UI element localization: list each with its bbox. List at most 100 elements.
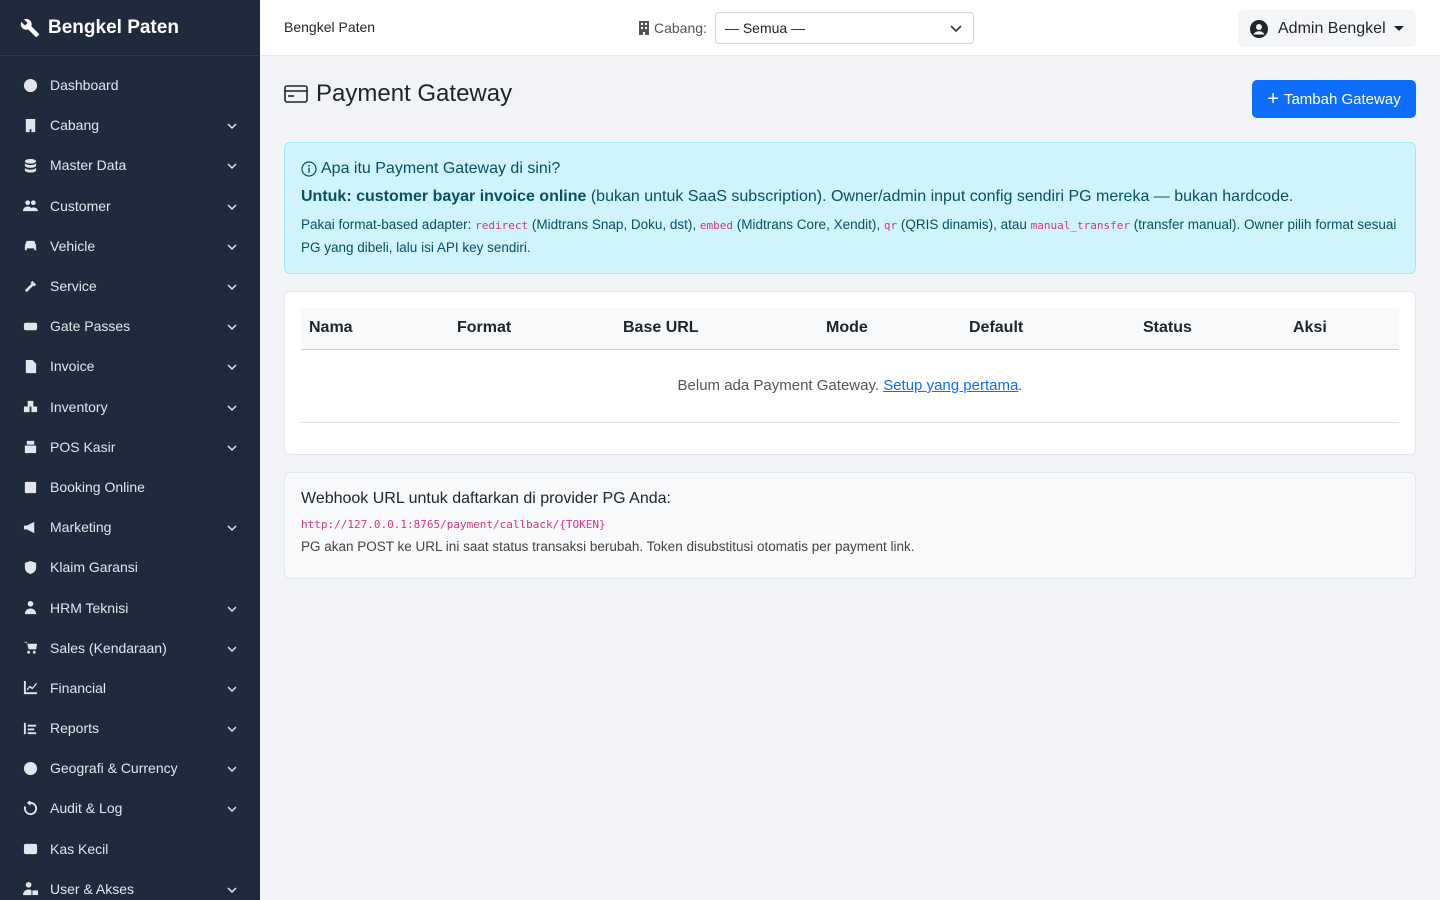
webhook-url: http://127.0.0.1:8765/payment/callback/{… bbox=[301, 518, 606, 531]
user-menu-button[interactable]: Admin Bengkel bbox=[1238, 10, 1416, 47]
cash-register-icon bbox=[22, 439, 38, 455]
building-icon bbox=[639, 21, 649, 35]
col-base-url: Base URL bbox=[615, 308, 818, 350]
sidebar-item-label: Dashboard bbox=[50, 77, 119, 94]
sidebar-item-invoice[interactable]: Invoice bbox=[0, 346, 260, 386]
sidebar-item-customer[interactable]: Customer bbox=[0, 186, 260, 226]
sidebar-item-label: Inventory bbox=[50, 398, 108, 415]
sidebar-nav: Dashboard Cabang Master Data Customer Vehicl… bbox=[0, 56, 260, 900]
sidebar-item-label: Sales (Kendaraan) bbox=[50, 639, 167, 656]
webhook-note: PG akan POST ke URL ini saat status tran… bbox=[301, 539, 915, 554]
info-formats-text: Pakai format-based adapter: bbox=[301, 217, 476, 232]
sidebar-item-audit-log[interactable]: Audit & Log bbox=[0, 788, 260, 828]
sidebar-item-label: Reports bbox=[50, 720, 100, 737]
chevron-down-icon bbox=[226, 280, 238, 292]
megaphone-icon bbox=[22, 519, 38, 535]
branch-select[interactable]: — Semua — bbox=[714, 12, 974, 44]
file-icon bbox=[22, 358, 38, 374]
building-icon bbox=[22, 117, 38, 133]
sidebar-item-marketing[interactable]: Marketing bbox=[0, 507, 260, 547]
car-icon bbox=[22, 238, 38, 254]
wrench-icon bbox=[20, 18, 40, 37]
boxes-icon bbox=[22, 399, 38, 415]
credit-card-icon bbox=[284, 85, 308, 103]
webhook-heading: Webhook URL untuk daftarkan di provider … bbox=[301, 490, 671, 507]
add-gateway-label: Tambah Gateway bbox=[1283, 90, 1401, 108]
brand-name: Bengkel Paten bbox=[48, 16, 179, 38]
history-icon bbox=[22, 800, 38, 816]
sidebar-item-service[interactable]: Service bbox=[0, 266, 260, 306]
topbar-title: Bengkel Paten bbox=[284, 19, 376, 35]
code-qr: qr bbox=[883, 219, 898, 232]
sidebar-item-label: HRM Teknisi bbox=[50, 599, 129, 616]
setup-first-link[interactable]: Setup yang pertama bbox=[883, 377, 1018, 394]
sidebar-item-user-akses[interactable]: User & Akses bbox=[0, 869, 260, 900]
info-heading: Apa itu Payment Gateway di sini? bbox=[301, 160, 1399, 178]
database-icon bbox=[22, 157, 38, 173]
globe-icon bbox=[22, 760, 38, 776]
sidebar-item-label: Klaim Garansi bbox=[50, 559, 138, 576]
sidebar-item-reports[interactable]: Reports bbox=[0, 708, 260, 748]
caret-down-icon bbox=[1394, 26, 1404, 31]
users-icon bbox=[22, 198, 38, 214]
sidebar-item-financial[interactable]: Financial bbox=[0, 668, 260, 708]
sidebar-item-vehicle[interactable]: Vehicle bbox=[0, 226, 260, 266]
tools-icon bbox=[22, 278, 38, 294]
sidebar-item-label: Vehicle bbox=[50, 237, 96, 254]
user-tie-icon bbox=[22, 600, 38, 616]
empty-row: Belum ada Payment Gateway. Setup yang pe… bbox=[301, 349, 1399, 423]
chevron-down-icon bbox=[950, 25, 962, 33]
branch-selector: Cabang: — Semua — bbox=[638, 12, 974, 44]
info-formats-text: (Midtrans Snap, Doku, dst), bbox=[528, 217, 700, 232]
chevron-down-icon bbox=[226, 159, 238, 171]
sidebar-item-klaim-garansi[interactable]: Klaim Garansi bbox=[0, 547, 260, 587]
empty-text: Belum ada Payment Gateway. bbox=[677, 377, 884, 394]
gateway-table: Nama Format Base URL Mode Default Status… bbox=[301, 308, 1399, 423]
sidebar-item-gate-passes[interactable]: Gate Passes bbox=[0, 306, 260, 346]
branch-select-value: — Semua — bbox=[724, 20, 806, 36]
col-mode: Mode bbox=[818, 308, 961, 350]
sidebar-item-label: POS Kasir bbox=[50, 438, 116, 455]
sidebar-item-geografi-currency[interactable]: Geografi & Currency bbox=[0, 748, 260, 788]
chevron-down-icon bbox=[226, 119, 238, 131]
page-title: Payment Gateway bbox=[284, 80, 512, 108]
info-formats-text: (Midtrans Core, Xendit), bbox=[733, 217, 884, 232]
sidebar-item-label: Invoice bbox=[50, 358, 95, 375]
brand[interactable]: Bengkel Paten bbox=[0, 0, 260, 56]
sidebar-item-label: Service bbox=[50, 278, 97, 295]
info-purpose: Untuk: customer bayar invoice online (bu… bbox=[301, 188, 1399, 206]
chevron-down-icon bbox=[226, 883, 238, 895]
add-gateway-button[interactable]: + Tambah Gateway bbox=[1252, 80, 1416, 118]
list-icon bbox=[22, 720, 38, 736]
chevron-down-icon bbox=[226, 762, 238, 774]
sidebar-item-hrm-teknisi[interactable]: HRM Teknisi bbox=[0, 587, 260, 627]
sidebar-item-label: Master Data bbox=[50, 157, 127, 174]
sidebar-item-dashboard[interactable]: Dashboard bbox=[0, 65, 260, 105]
col-nama: Nama bbox=[301, 308, 449, 350]
code-redirect: redirect bbox=[475, 219, 529, 232]
sidebar-item-label: Kas Kecil bbox=[50, 840, 109, 857]
sidebar-item-label: Booking Online bbox=[50, 478, 145, 495]
sidebar-item-master-data[interactable]: Master Data bbox=[0, 145, 260, 185]
chevron-down-icon bbox=[226, 521, 238, 533]
sidebar-item-sales-kendaraan[interactable]: Sales (Kendaraan) bbox=[0, 628, 260, 668]
sidebar-item-inventory[interactable]: Inventory bbox=[0, 387, 260, 427]
chevron-down-icon bbox=[226, 200, 238, 212]
info-formats-text: (QRIS dinamis), atau bbox=[897, 217, 1031, 232]
empty-cell: Belum ada Payment Gateway. Setup yang pe… bbox=[301, 349, 1399, 423]
empty-end: . bbox=[1018, 377, 1023, 394]
chevron-down-icon bbox=[226, 320, 238, 332]
chevron-down-icon bbox=[226, 642, 238, 654]
shield-icon bbox=[22, 559, 38, 575]
webhook-card: Webhook URL untuk daftarkan di provider … bbox=[284, 472, 1416, 579]
chevron-down-icon bbox=[226, 360, 238, 372]
sidebar-item-booking-online[interactable]: Booking Online bbox=[0, 467, 260, 507]
sidebar-item-cabang[interactable]: Cabang bbox=[0, 105, 260, 145]
sidebar-item-pos-kasir[interactable]: POS Kasir bbox=[0, 427, 260, 467]
col-default: Default bbox=[961, 308, 1135, 350]
user-lock-icon bbox=[22, 881, 38, 897]
branch-label: Cabang: bbox=[654, 20, 707, 36]
info-circle-icon bbox=[301, 161, 317, 177]
ticket-icon bbox=[22, 318, 38, 334]
sidebar-item-kas-kecil[interactable]: Kas Kecil bbox=[0, 829, 260, 869]
